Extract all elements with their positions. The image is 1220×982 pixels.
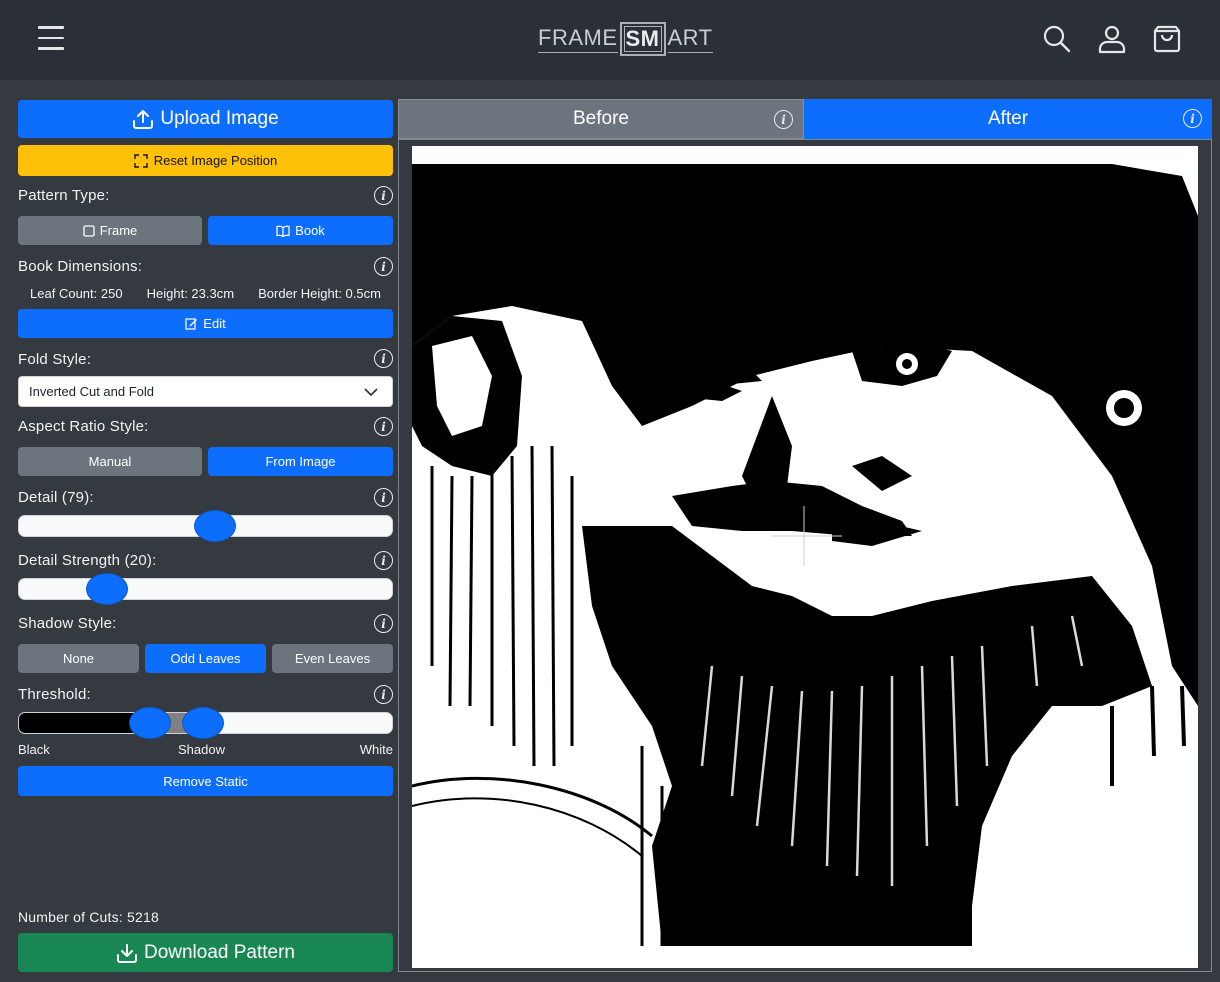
detail-strength-slider-track[interactable] (18, 573, 393, 605)
detail-strength-slider-thumb[interactable] (85, 573, 128, 605)
pattern-type-frame-option[interactable]: Frame (18, 216, 202, 245)
number-of-cuts: Number of Cuts: 5218 (18, 909, 159, 925)
upload-image-label: Upload Image (160, 108, 279, 129)
book-dimensions-info-icon[interactable]: i (374, 257, 393, 276)
book-icon (276, 225, 290, 237)
white-label: White (359, 742, 393, 757)
threshold-scale-labels: Black Shadow White (18, 742, 393, 760)
portrait-preview-image (412, 146, 1198, 968)
threshold-slider-track[interactable] (18, 707, 393, 739)
aspect-ratio-from-image-option[interactable]: From Image (208, 447, 393, 476)
edit-dimensions-button[interactable]: Edit (18, 309, 393, 338)
upload-image-button[interactable]: Upload Image (18, 100, 393, 138)
even-leaves-option-label: Even Leaves (294, 651, 371, 666)
logo-text-box: SM (619, 22, 666, 56)
pattern-type-label: Pattern Type: (18, 187, 110, 204)
preview-panel (398, 139, 1212, 972)
logo-text-left: FRAME (538, 25, 618, 53)
preview-tabs: Before i After i (398, 99, 1212, 139)
detail-info-icon[interactable]: i (374, 488, 393, 507)
preview-canvas[interactable] (412, 146, 1198, 968)
shadow-odd-leaves-option[interactable]: Odd Leaves (145, 644, 266, 673)
book-option-label: Book (295, 223, 325, 238)
cart-icon[interactable] (1152, 24, 1182, 54)
tab-before-label: Before (573, 108, 629, 129)
threshold-low-thumb[interactable] (128, 707, 171, 739)
square-icon (83, 224, 95, 237)
fold-style-info-icon[interactable]: i (374, 349, 393, 368)
odd-leaves-option-label: Odd Leaves (170, 651, 241, 666)
book-dimensions-label: Book Dimensions: (18, 258, 143, 275)
shadow-label: Shadow (178, 742, 225, 757)
detail-strength-info-icon[interactable]: i (374, 551, 393, 570)
detail-label: Detail (79): (18, 489, 94, 506)
pattern-type-info-icon[interactable]: i (374, 186, 393, 205)
aspect-ratio-manual-option[interactable]: Manual (18, 447, 202, 476)
fold-style-label: Fold Style: (18, 351, 92, 368)
detail-slider-thumb[interactable] (194, 510, 237, 542)
shadow-style-info-icon[interactable]: i (374, 614, 393, 633)
pattern-type-book-option[interactable]: Book (208, 216, 393, 245)
from-image-option-label: From Image (265, 454, 336, 469)
fold-style-value: Inverted Cut and Fold (29, 384, 155, 399)
book-dimensions-values: Leaf Count: 250 Height: 23.3cm Border He… (18, 286, 393, 301)
download-pattern-label: Download Pattern (143, 941, 296, 963)
search-icon[interactable] (1042, 24, 1072, 54)
tab-after[interactable]: After i (804, 99, 1212, 139)
hamburger-menu-icon[interactable] (38, 26, 64, 50)
frame-option-label: Frame (99, 223, 138, 238)
reset-image-position-button[interactable]: Reset Image Position (18, 145, 393, 176)
aspect-ratio-info-icon[interactable]: i (374, 417, 393, 436)
upload-icon (133, 110, 154, 129)
height-value: Height: 23.3cm (146, 286, 235, 301)
brand-logo[interactable]: FRAME SM ART (538, 18, 713, 60)
user-icon[interactable] (1097, 24, 1127, 54)
remove-static-button[interactable]: Remove Static (18, 766, 393, 796)
aspect-ratio-style-label: Aspect Ratio Style: (18, 418, 149, 435)
reset-image-position-label: Reset Image Position (153, 153, 278, 168)
detail-strength-label: Detail Strength (20): (18, 552, 157, 569)
detail-slider-track[interactable] (18, 510, 393, 542)
download-icon (116, 943, 137, 963)
fullscreen-icon (134, 153, 148, 168)
border-height-value: Border Height: 0.5cm (258, 286, 381, 301)
before-info-icon[interactable]: i (774, 110, 793, 129)
leaf-count-value: Leaf Count: 250 (30, 286, 123, 301)
black-label: Black (18, 742, 50, 757)
fold-style-select[interactable]: Inverted Cut and Fold (18, 376, 393, 407)
tab-before[interactable]: Before i (398, 99, 804, 139)
top-navbar: FRAME SM ART (0, 0, 1220, 80)
edit-icon (185, 318, 198, 330)
threshold-info-icon[interactable]: i (374, 685, 393, 704)
chevron-down-icon (364, 388, 378, 397)
shadow-none-option[interactable]: None (18, 644, 139, 673)
shadow-even-leaves-option[interactable]: Even Leaves (272, 644, 393, 673)
threshold-high-thumb[interactable] (182, 707, 225, 739)
logo-text-right: ART (667, 25, 713, 53)
tab-after-label: After (987, 108, 1029, 129)
none-option-label: None (62, 651, 95, 666)
download-pattern-button[interactable]: Download Pattern (18, 933, 393, 972)
remove-static-label: Remove Static (163, 773, 248, 789)
after-info-icon[interactable]: i (1183, 109, 1202, 128)
shadow-style-label: Shadow Style: (18, 615, 117, 632)
manual-option-label: Manual (88, 454, 132, 469)
edit-label: Edit (203, 316, 226, 331)
threshold-label: Threshold: (18, 686, 91, 703)
